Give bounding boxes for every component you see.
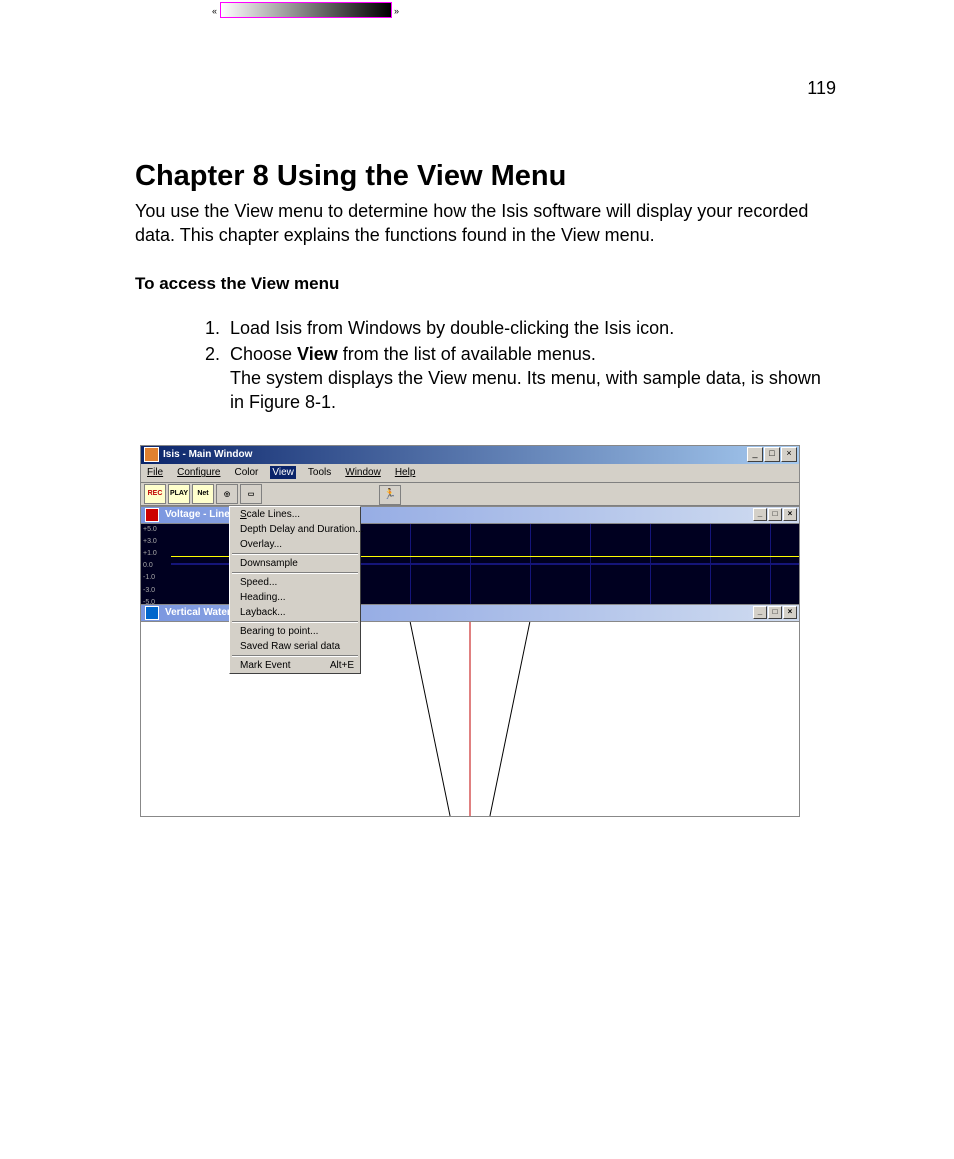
voltage-icon <box>145 508 159 522</box>
ytick: -3.0 <box>143 587 157 594</box>
menu-layback[interactable]: Layback... <box>230 605 360 620</box>
ramp-left-arrow-icon[interactable]: « <box>212 6 217 16</box>
intro-paragraph: You use the View menu to determine how t… <box>135 199 836 248</box>
toolbar-net-button[interactable]: Net <box>192 484 214 504</box>
toolbar-play-button[interactable]: PLAY <box>168 484 190 504</box>
toolbar-target-button[interactable]: ◎ <box>216 484 238 504</box>
menu-file[interactable]: File <box>145 466 165 479</box>
menu-scale-lines[interactable]: Scale Lines... <box>230 507 360 522</box>
menubar: File Configure Color View Tools Window H… <box>141 464 799 483</box>
menu-window[interactable]: Window <box>343 466 383 479</box>
menu-mark-event-shortcut: Alt+E <box>330 660 354 671</box>
ytick: 0.0 <box>143 562 157 569</box>
close-button[interactable]: × <box>781 447 797 462</box>
waterfall-right-line <box>490 622 530 816</box>
waterfall-close-button[interactable]: × <box>783 606 797 619</box>
minimize-button[interactable]: _ <box>747 447 763 462</box>
menu-mark-event[interactable]: Mark Event Alt+E <box>230 658 360 673</box>
titlebar: Isis - Main Window _ □ × <box>141 446 799 464</box>
menu-view[interactable]: View <box>270 466 296 479</box>
menu-separator <box>232 621 358 623</box>
section-subhead: To access the View menu <box>135 274 836 294</box>
step-2-bold: View <box>297 344 338 364</box>
ytick: +1.0 <box>143 550 157 557</box>
ytick: +5.0 <box>143 526 157 533</box>
view-dropdown-menu: Scale Lines... Depth Delay and Duration.… <box>229 506 361 674</box>
waterfall-minimize-button[interactable]: _ <box>753 606 767 619</box>
step-2-extra: The system displays the View menu. Its m… <box>230 366 836 415</box>
color-ramp[interactable] <box>220 2 392 18</box>
maximize-button[interactable]: □ <box>764 447 780 462</box>
menu-help[interactable]: Help <box>393 466 418 479</box>
menu-downsample[interactable]: Downsample <box>230 556 360 571</box>
menu-configure[interactable]: Configure <box>175 466 222 479</box>
voltage-close-button[interactable]: × <box>783 508 797 521</box>
waterfall-icon <box>145 606 159 620</box>
ytick: -1.0 <box>143 574 157 581</box>
waterfall-left-line <box>410 622 450 816</box>
voltage-maximize-button[interactable]: □ <box>768 508 782 521</box>
menu-heading[interactable]: Heading... <box>230 590 360 605</box>
menu-overlay[interactable]: Overlay... <box>230 537 360 552</box>
menu-mark-event-label: Mark Event <box>240 660 291 671</box>
target-icon: ◎ <box>224 490 230 498</box>
run-icon: 🏃 <box>384 489 396 500</box>
voltage-minimize-button[interactable]: _ <box>753 508 767 521</box>
steps-list: Load Isis from Windows by double-clickin… <box>135 316 836 415</box>
step-2-a: Choose <box>230 344 297 364</box>
menu-tools[interactable]: Tools <box>306 466 333 479</box>
toolbar-doc-button[interactable]: ▭ <box>240 484 262 504</box>
menu-separator <box>232 572 358 574</box>
step-2-c: from the list of available menus. <box>338 344 596 364</box>
menu-separator <box>232 553 358 555</box>
menu-saved-raw[interactable]: Saved Raw serial data <box>230 639 360 654</box>
menu-separator <box>232 655 358 657</box>
app-window: Isis - Main Window _ □ × File Configure … <box>140 445 800 817</box>
ramp-right-arrow-icon[interactable]: » <box>394 6 399 16</box>
ytick: +3.0 <box>143 538 157 545</box>
app-icon <box>144 447 159 462</box>
document-icon: ▭ <box>248 490 255 498</box>
menu-speed[interactable]: Speed... <box>230 575 360 590</box>
content-area: Scale Lines... Depth Delay and Duration.… <box>141 506 799 816</box>
window-title: Isis - Main Window <box>163 449 252 460</box>
toolbar-run-button[interactable]: 🏃 <box>379 485 401 505</box>
chapter-title: Chapter 8 Using the View Menu <box>135 160 836 193</box>
page-number: 119 <box>807 78 836 99</box>
voltage-y-axis: +5.0 +3.0 +1.0 0.0 -1.0 -3.0 -5.0 <box>143 524 157 608</box>
menu-color[interactable]: Color <box>232 466 260 479</box>
menu-bearing[interactable]: Bearing to point... <box>230 624 360 639</box>
step-2: Choose View from the list of available m… <box>225 342 836 415</box>
toolbar: REC PLAY Net ◎ ▭ 🏃 <box>141 483 799 506</box>
step-1: Load Isis from Windows by double-clickin… <box>225 316 836 340</box>
menu-depth-delay[interactable]: Depth Delay and Duration... <box>230 522 360 537</box>
toolbar-rec-button[interactable]: REC <box>144 484 166 504</box>
waterfall-maximize-button[interactable]: □ <box>768 606 782 619</box>
